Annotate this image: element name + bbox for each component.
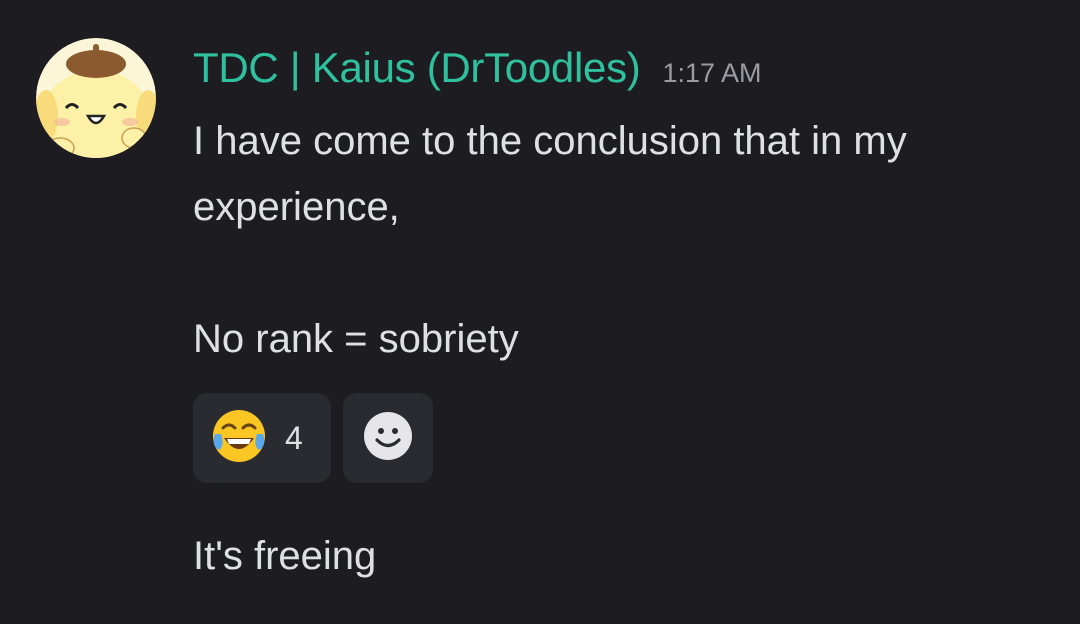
chat-message: TDC | Kaius (DrToodles) 1:17 AM I have c… [0,0,1080,624]
smiley-icon [362,410,414,467]
message-line: No rank = sobriety [193,317,519,361]
add-reaction-button[interactable] [343,393,433,483]
message-line: I have come to the conclusion that in my [193,119,907,163]
timestamp[interactable]: 1:17 AM [662,58,761,89]
reaction-count: 4 [285,419,303,456]
message-content: TDC | Kaius (DrToodles) 1:17 AM I have c… [193,44,1050,589]
tears-of-joy-icon [209,406,269,471]
reaction-bar: 4 [193,393,1050,483]
followup-message: It's freeing [193,534,377,578]
avatar[interactable] [36,38,156,158]
message-header: TDC | Kaius (DrToodles) 1:17 AM [193,44,1050,100]
reaction-tears-of-joy[interactable]: 4 [193,393,331,483]
message-line: experience, [193,185,400,229]
message-line-blank [193,240,1050,306]
username[interactable]: TDC | Kaius (DrToodles) [193,44,641,92]
